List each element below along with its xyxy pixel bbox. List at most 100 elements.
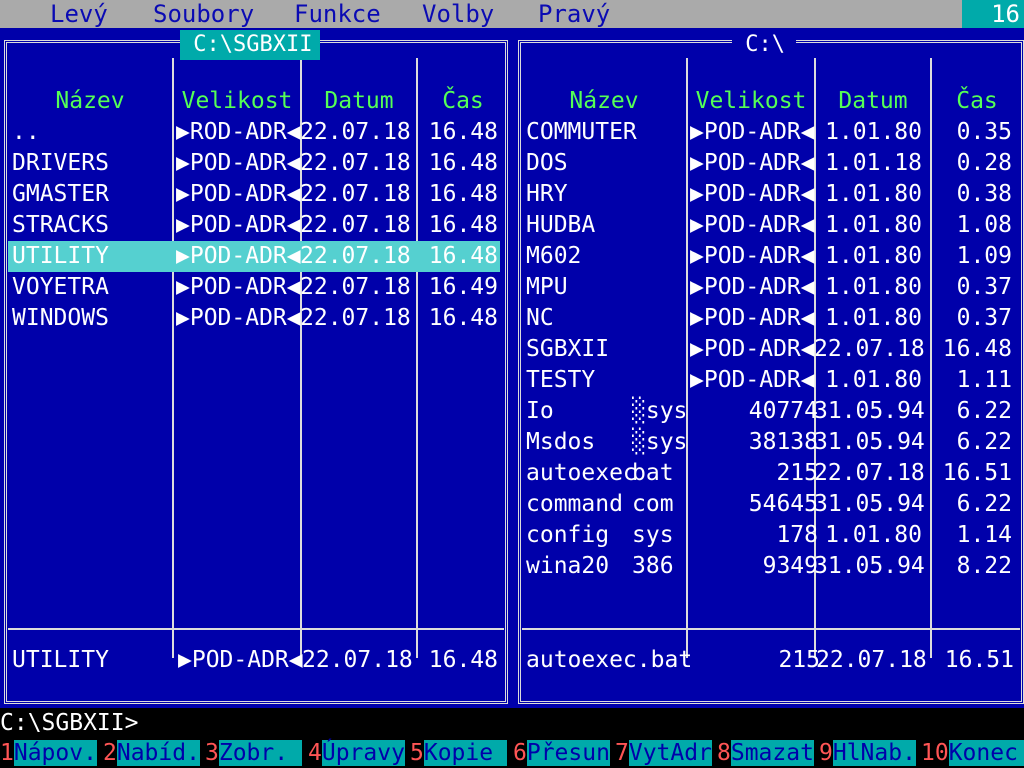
right-file-row[interactable]: M602 ▶POD-ADR◀ 1.01.80 1.09: [522, 241, 1016, 272]
right-file-row[interactable]: HUDBA ▶POD-ADR◀ 1.01.80 1.08: [522, 210, 1016, 241]
left-file-row[interactable]: WINDOWS ▶POD-ADR◀ 22.07.18 16.48: [8, 303, 500, 334]
right-file-row[interactable]: wina20 386 9349 31.05.94 8.22: [522, 551, 1016, 582]
file-ext: sys: [632, 522, 674, 548]
fkey-8[interactable]: 8Smazat: [717, 738, 814, 768]
fkey-5[interactable]: 5Kopie: [410, 738, 507, 768]
file-size: ▶POD-ADR◀: [176, 274, 301, 300]
file-time: 0.28: [956, 150, 1012, 176]
fkey-9[interactable]: 9HlNab.: [819, 738, 916, 768]
file-name: command: [526, 491, 623, 517]
fkey-6[interactable]: 6Přesun: [513, 738, 610, 768]
file-size: 9349: [762, 553, 818, 579]
menu-left[interactable]: Levý: [50, 0, 108, 28]
file-date: 22.07.18: [300, 243, 411, 269]
fkey-4[interactable]: 4Úpravy: [308, 738, 405, 768]
fkey-2[interactable]: 2Nabíd.: [103, 738, 200, 768]
file-date: 22.07.18: [814, 336, 925, 362]
command-line[interactable]: C:\SGBXII>: [0, 708, 1024, 738]
file-date: 1.01.80: [825, 243, 922, 269]
file-time: 16.48: [428, 150, 498, 176]
right-file-row[interactable]: MPU ▶POD-ADR◀ 1.01.80 0.37: [522, 272, 1016, 303]
fkey-label: Nabíd.: [116, 740, 200, 766]
right-file-row[interactable]: HRY ▶POD-ADR◀ 1.01.80 0.38: [522, 179, 1016, 210]
fkey-label: Kopie: [423, 740, 507, 766]
fkey-number: 7: [615, 740, 629, 766]
right-file-row[interactable]: TESTY ▶POD-ADR◀ 1.01.80 1.11: [522, 365, 1016, 396]
file-size: ▶POD-ADR◀: [690, 336, 815, 362]
file-name: GMASTER: [12, 181, 109, 207]
left-file-row[interactable]: GMASTER ▶POD-ADR◀ 22.07.18 16.48: [8, 179, 500, 210]
file-size: ▶ROD-ADR◀: [176, 119, 301, 145]
file-name: DRIVERS: [12, 150, 109, 176]
menu-files[interactable]: Soubory: [153, 0, 254, 28]
file-date: 1.01.80: [825, 212, 922, 238]
file-date: 1.01.80: [825, 274, 922, 300]
file-time: 16.48: [428, 305, 498, 331]
fkey-number: 2: [103, 740, 117, 766]
right-file-row[interactable]: NC ▶POD-ADR◀ 1.01.80 0.37: [522, 303, 1016, 334]
fkey-label: Úpravy: [321, 740, 405, 766]
file-time: 6.22: [956, 429, 1012, 455]
file-name: autoexec: [526, 460, 637, 486]
menu-options[interactable]: Volby: [422, 0, 494, 28]
file-time: 16.48: [428, 181, 498, 207]
fkey-10[interactable]: 10Konec: [921, 738, 1024, 768]
left-file-row[interactable]: .. ▶ROD-ADR◀ 22.07.18 16.48: [8, 117, 500, 148]
left-status-divider: [8, 628, 504, 630]
file-time: 1.11: [956, 367, 1012, 393]
file-size: ▶POD-ADR◀: [176, 243, 301, 269]
file-size: 38138: [748, 429, 818, 455]
file-name: MPU: [526, 274, 568, 300]
left-panel[interactable]: C:\SGBXII Název Velikost Datum Čas UTILI…: [0, 28, 512, 708]
fkey-1[interactable]: 1Nápov.: [0, 738, 97, 768]
right-status-line: autoexec.bat 215 22.07.18 16.51: [524, 645, 1020, 676]
menu-commands[interactable]: Funkce: [294, 0, 381, 28]
right-header-date: Datum: [838, 88, 908, 114]
file-ext: bat: [632, 460, 674, 486]
fkey-number: 1: [0, 740, 14, 766]
file-time: 16.48: [428, 212, 498, 238]
left-status-size: ▶POD-ADR◀: [178, 647, 303, 673]
right-file-row[interactable]: command com 54645 31.05.94 6.22: [522, 489, 1016, 520]
file-date: 1.01.80: [825, 181, 922, 207]
right-file-row[interactable]: COMMUTER ▶POD-ADR◀ 1.01.80 0.35: [522, 117, 1016, 148]
right-file-row[interactable]: Msdos ░sys 38138 31.05.94 6.22: [522, 427, 1016, 458]
file-size: 215: [776, 460, 818, 486]
left-file-row[interactable]: VOYETRA ▶POD-ADR◀ 22.07.18 16.49: [8, 272, 500, 303]
right-panel[interactable]: C:\ Název Velikost Datum Čas autoexec.ba…: [512, 28, 1024, 708]
file-time: 0.37: [956, 305, 1012, 331]
right-file-row[interactable]: Io ░sys 40774 31.05.94 6.22: [522, 396, 1016, 427]
left-header-date: Datum: [324, 88, 394, 114]
file-ext: ░sys: [632, 398, 688, 424]
file-date: 22.07.18: [300, 150, 411, 176]
right-file-row[interactable]: autoexec bat 215 22.07.18 16.51: [522, 458, 1016, 489]
file-size: ▶POD-ADR◀: [690, 181, 815, 207]
fkey-number: 10: [921, 740, 949, 766]
fkey-7[interactable]: 7VytAdr: [615, 738, 712, 768]
left-file-row[interactable]: STRACKS ▶POD-ADR◀ 22.07.18 16.48: [8, 210, 500, 241]
right-header-size: Velikost: [695, 88, 807, 114]
file-size: ▶POD-ADR◀: [176, 181, 301, 207]
fkey-label: HlNab.: [832, 740, 916, 766]
left-file-row[interactable]: UTILITY ▶POD-ADR◀ 22.07.18 16.48: [8, 241, 500, 272]
file-date: 22.07.18: [300, 274, 411, 300]
file-size: ▶POD-ADR◀: [690, 367, 815, 393]
right-header-time: Čas: [956, 88, 998, 114]
file-name: NC: [526, 305, 554, 331]
file-size: 54645: [748, 491, 818, 517]
menu-bar: Levý Soubory Funkce Volby Pravý 16 52: [0, 0, 1024, 56]
file-time: 8.22: [956, 553, 1012, 579]
menu-right[interactable]: Pravý: [538, 0, 610, 28]
file-name: TESTY: [526, 367, 596, 393]
file-time: 16.49: [428, 274, 498, 300]
left-header-time: Čas: [442, 88, 484, 114]
fkey-label: Nápov.: [13, 740, 97, 766]
left-status-line: UTILITY ▶POD-ADR◀ 22.07.18 16.48: [10, 645, 502, 676]
right-file-row[interactable]: config sys 178 1.01.80 1.14: [522, 520, 1016, 551]
fkey-label: Přesun: [526, 740, 610, 766]
left-file-row[interactable]: DRIVERS ▶POD-ADR◀ 22.07.18 16.48: [8, 148, 500, 179]
fkey-number: 6: [513, 740, 527, 766]
right-file-row[interactable]: DOS ▶POD-ADR◀ 1.01.18 0.28: [522, 148, 1016, 179]
right-file-row[interactable]: SGBXII ▶POD-ADR◀ 22.07.18 16.48: [522, 334, 1016, 365]
fkey-3[interactable]: 3Zobr.: [205, 738, 302, 768]
